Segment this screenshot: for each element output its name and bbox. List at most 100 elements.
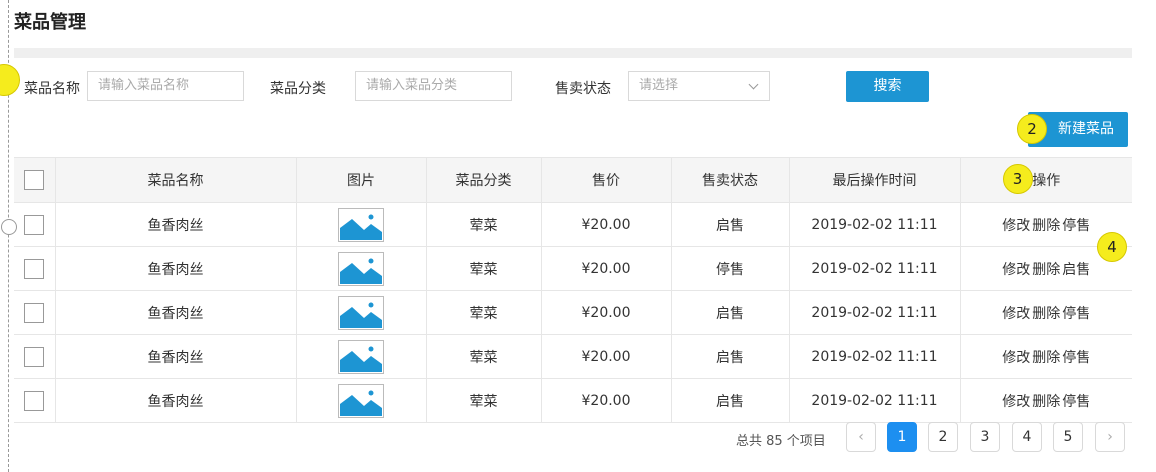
dish-category-cell: 荤菜 [426,334,542,379]
dish-name-cell: 鱼香肉丝 [55,290,297,335]
page-button-2[interactable]: 2 [928,422,958,452]
row-checkbox[interactable] [24,390,45,411]
dish-category-input[interactable]: 请输入菜品分类 [355,71,512,101]
dish-time-cell: 2019-02-02 11:11 [789,290,961,335]
row-checkbox[interactable] [24,258,45,279]
toggle-sale-link[interactable]: 停售 [1062,218,1090,234]
dish-name-cell: 鱼香肉丝 [55,202,297,247]
dish-status-cell: 启售 [671,290,790,335]
delete-link[interactable]: 删除 [1032,394,1060,410]
edit-link[interactable]: 修改 [1002,350,1030,366]
dish-category-cell: 荤菜 [426,290,542,335]
select-all-cell [14,157,56,203]
dish-image-cell [296,290,427,335]
dish-price-cell: ¥20.00 [541,202,672,247]
row-select-cell [14,334,56,379]
annotation-marker-1 [0,64,20,96]
image-placeholder-icon [338,251,384,286]
delete-link[interactable]: 删除 [1032,262,1060,278]
chevron-left-icon: ‹ [858,429,864,445]
dish-image-cell [296,378,427,423]
dish-actions-cell: 修改 删除 停售 [960,290,1132,335]
row-select-cell [14,290,56,335]
edit-link[interactable]: 修改 [1002,306,1030,322]
col-header-price: 售价 [541,157,672,203]
dish-name-cell: 鱼香肉丝 [55,378,297,423]
dish-time-cell: 2019-02-02 11:11 [789,246,961,291]
dish-name-input[interactable]: 请输入菜品名称 [87,71,244,101]
annotation-marker-2: 2 [1017,114,1047,144]
annotation-marker-3: 3 [1002,164,1033,194]
header-divider [14,48,1132,58]
toggle-sale-link[interactable]: 启售 [1062,262,1090,278]
col-header-name: 菜品名称 [55,157,297,203]
sale-status-select[interactable]: 请选择 [628,71,770,101]
select-all-checkbox[interactable] [24,170,45,190]
image-placeholder-icon [338,295,384,330]
col-header-status: 售卖状态 [671,157,790,203]
row-select-cell [14,246,56,291]
dish-name-label: 菜品名称 [24,81,80,97]
dish-status-cell: 启售 [671,334,790,379]
page-button-4[interactable]: 4 [1012,422,1042,452]
dish-category-cell: 荤菜 [426,202,542,247]
prev-page-button[interactable]: ‹ [846,422,876,452]
dish-image-cell [296,334,427,379]
toggle-sale-link[interactable]: 停售 [1062,306,1090,322]
edit-link[interactable]: 修改 [1002,394,1030,410]
dish-category-label: 菜品分类 [270,81,326,97]
image-placeholder-icon [338,383,384,418]
dish-time-cell: 2019-02-02 11:11 [789,378,961,423]
dish-name-cell: 鱼香肉丝 [55,334,297,379]
page-button-1[interactable]: 1 [887,422,917,452]
chevron-down-icon [748,79,759,90]
dish-category-cell: 荤菜 [426,378,542,423]
sale-status-placeholder: 请选择 [639,78,679,93]
table-row: 鱼香肉丝 荤菜 ¥20.00 启售 2019-02-02 11:11 修改 删除 停售 [14,334,1132,379]
dish-image-cell [296,246,427,291]
table-row: 鱼香肉丝 荤菜 ¥20.00 启售 2019-02-02 11:11 修改 删除 停售 [14,290,1132,335]
row-checkbox[interactable] [24,214,45,235]
row-checkbox[interactable] [24,302,45,323]
dish-category-cell: 荤菜 [426,246,542,291]
edit-link[interactable]: 修改 [1002,262,1030,278]
dish-price-cell: ¥20.00 [541,290,672,335]
delete-link[interactable]: 删除 [1032,218,1060,234]
pagination-total: 总共 85 个项目 [736,434,826,449]
dish-time-cell: 2019-02-02 11:11 [789,202,961,247]
table-row: 鱼香肉丝 荤菜 ¥20.00 启售 2019-02-02 11:11 修改 删除 停售 [14,378,1132,423]
table-row: 鱼香肉丝 荤菜 ¥20.00 启售 2019-02-02 11:11 修改 删除 停售 [14,202,1132,247]
dish-image-cell [296,202,427,247]
dish-actions-cell: 修改 删除 停售 [960,334,1132,379]
dish-price-cell: ¥20.00 [541,378,672,423]
toggle-sale-link[interactable]: 停售 [1062,394,1090,410]
col-header-actions: 3 操作 [960,157,1132,203]
next-page-button[interactable]: › [1095,422,1125,452]
page-button-3[interactable]: 3 [970,422,1000,452]
dish-status-cell: 启售 [671,378,790,423]
row-select-cell [14,378,56,423]
page-button-5[interactable]: 5 [1053,422,1083,452]
search-button[interactable]: 搜索 [846,71,929,102]
image-placeholder-icon [338,207,384,242]
dish-status-cell: 启售 [671,202,790,247]
col-header-actions-label: 操作 [1032,173,1061,189]
chevron-right-icon: › [1107,429,1113,445]
toggle-sale-link[interactable]: 停售 [1062,350,1090,366]
sale-status-label: 售卖状态 [555,81,611,97]
delete-link[interactable]: 删除 [1032,350,1060,366]
delete-link[interactable]: 删除 [1032,306,1060,322]
dish-price-cell: ¥20.00 [541,246,672,291]
dish-table: 菜品名称 图片 菜品分类 售价 售卖状态 最后操作时间 3 操作 鱼香肉丝 荤菜 ¥… [14,157,1132,423]
col-header-image: 图片 [296,157,427,203]
col-header-category: 菜品分类 [426,157,542,203]
row-select-cell [14,202,56,247]
dish-status-cell: 停售 [671,246,790,291]
annotation-marker-4: 4 [1097,232,1127,262]
dish-name-cell: 鱼香肉丝 [55,246,297,291]
row-checkbox[interactable] [24,346,45,367]
edit-link[interactable]: 修改 [1002,218,1030,234]
table-row: 鱼香肉丝 荤菜 ¥20.00 停售 2019-02-02 11:11 修改 删除 启售 [14,246,1132,291]
image-placeholder-icon [338,339,384,374]
dish-price-cell: ¥20.00 [541,334,672,379]
